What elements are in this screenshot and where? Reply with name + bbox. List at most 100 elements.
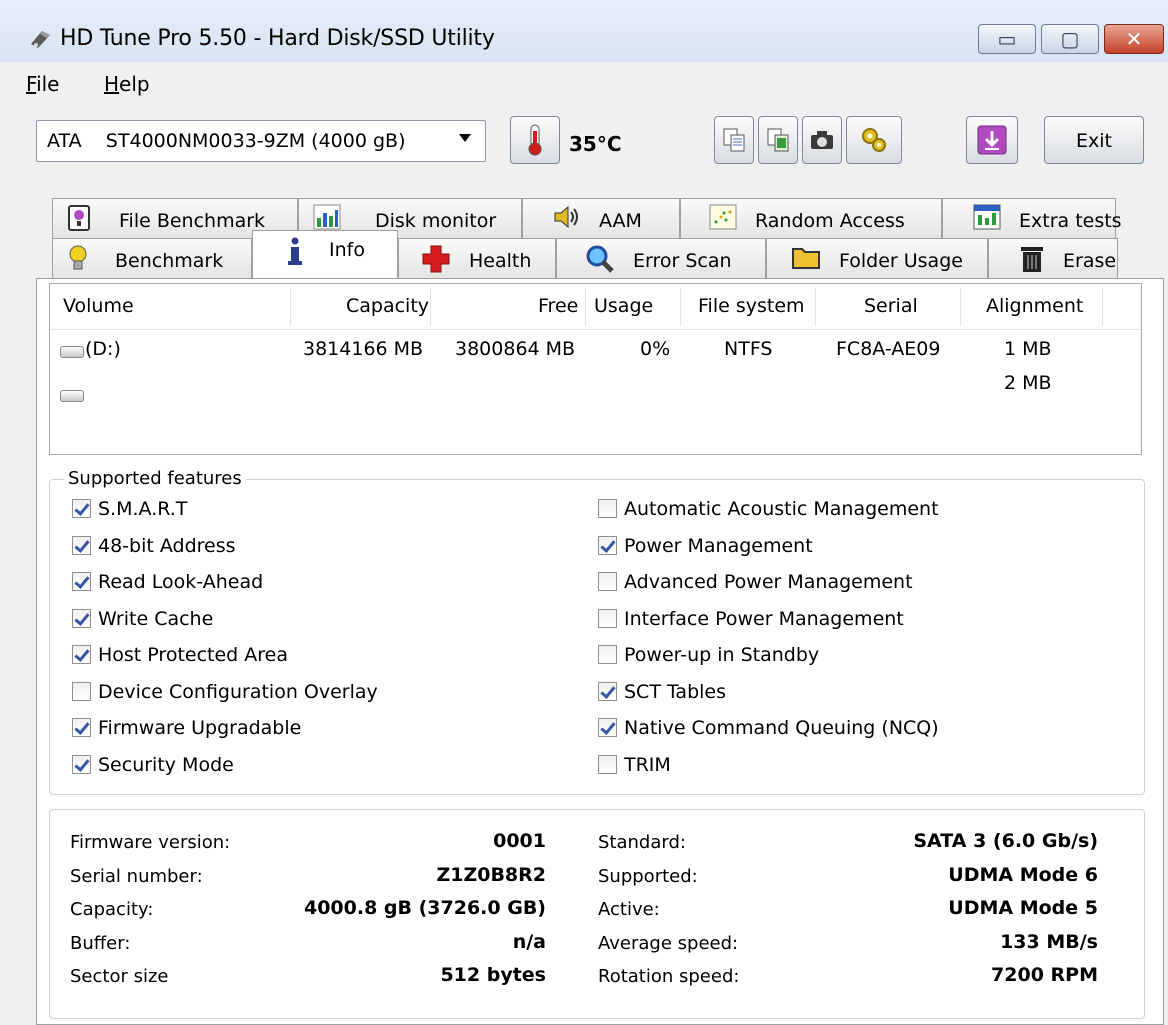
chevron-down-icon [459,134,471,142]
feature-read-look-ahead[interactable]: Read Look-Ahead [72,571,263,593]
feature-label: Firmware Upgradable [98,717,302,739]
copy-screenshot-button[interactable] [758,116,798,164]
camera-button[interactable] [802,116,842,164]
column-header-free[interactable]: Free [538,295,578,317]
column-header-usage[interactable]: Usage [594,295,653,317]
maximize-button[interactable]: ▢ [1041,24,1099,54]
tab-health[interactable]: Health [398,238,556,278]
copy-text-button[interactable] [714,116,754,164]
column-separator[interactable] [585,288,586,326]
file-benchmark-icon [68,205,90,231]
close-button[interactable]: ✕ [1104,24,1164,54]
feature-s-m-a-r-t[interactable]: S.M.A.R.T [72,498,187,520]
checkbox[interactable] [72,499,91,518]
column-separator[interactable] [680,288,681,326]
menu-help[interactable]: Help [104,72,150,96]
title-bar[interactable]: HD Tune Pro 5.50 - Hard Disk/SSD Utility… [0,0,1168,62]
folder-icon [792,248,820,269]
menu-help-label: elp [119,72,150,96]
speaker-icon [554,205,578,229]
detail-value-firmware-version: 0001 [493,830,546,852]
menu-file[interactable]: File [26,72,59,96]
column-separator[interactable] [1102,288,1103,326]
feature-write-cache[interactable]: Write Cache [72,608,213,630]
tab-erase[interactable]: Erase [988,238,1118,278]
column-separator[interactable] [815,288,816,326]
feature-device-configuration-overlay[interactable]: Device Configuration Overlay [72,681,378,703]
feature-power-up-in-standby[interactable]: Power-up in Standby [598,644,819,666]
tab-label: Health [469,250,532,272]
volume-list[interactable]: Volume Capacity Free Usage File system S… [49,283,1142,455]
tab-aam[interactable]: AAM [522,198,680,238]
checkbox[interactable] [598,535,617,555]
checkbox[interactable] [598,608,617,628]
feature-native-command-queuing-ncq[interactable]: Native Command Queuing (NCQ) [598,717,939,739]
column-header-serial[interactable]: Serial [864,295,918,317]
column-separator[interactable] [960,288,961,326]
feature-power-management[interactable]: Power Management [598,535,813,557]
column-header-capacity[interactable]: Capacity [346,295,429,317]
tab-random-access[interactable]: Random Access [680,198,942,238]
detail-value-standard: SATA 3 (6.0 Gb/s) [913,830,1098,852]
tab-error-scan[interactable]: Error Scan [556,238,766,278]
feature-interface-power-management[interactable]: Interface Power Management [598,608,904,630]
column-header-volume[interactable]: Volume [63,295,134,317]
disk-monitor-icon [313,204,341,230]
feature-advanced-power-management[interactable]: Advanced Power Management [598,571,913,593]
save-button[interactable] [966,116,1018,164]
feature-label: Interface Power Management [624,607,904,630]
checkbox[interactable] [598,718,617,737]
checkbox[interactable] [72,572,91,591]
minimize-button[interactable]: ▭ [978,24,1036,54]
checkbox[interactable] [598,754,617,774]
options-button[interactable] [846,116,902,164]
feature-firmware-upgradable[interactable]: Firmware Upgradable [72,717,301,739]
camera-icon [811,131,833,149]
menu-bar: File Help [0,62,1168,104]
feature-label: Native Command Queuing (NCQ) [624,717,939,739]
extra-tests-icon [973,204,1001,230]
checkbox[interactable] [72,681,91,701]
checkbox[interactable] [72,645,91,664]
column-header-file-system[interactable]: File system [698,295,805,317]
checkbox[interactable] [72,535,91,555]
feature-trim[interactable]: TRIM [598,754,671,776]
checkbox[interactable] [598,572,617,591]
detail-value-average-speed: 133 MB/s [1000,930,1098,953]
cell-alignment: 1 MB [1004,338,1052,360]
tab-benchmark[interactable]: Benchmark [52,238,252,278]
checkbox[interactable] [72,718,91,737]
temperature-button[interactable] [510,116,560,164]
tab-folder-usage[interactable]: Folder Usage [766,238,988,278]
checkbox[interactable] [72,608,91,628]
detail-value-supported: UDMA Mode 6 [948,863,1098,886]
feature-48-bit-address[interactable]: 48-bit Address [72,535,236,557]
feature-sct-tables[interactable]: SCT Tables [598,681,726,703]
checkbox[interactable] [598,645,617,664]
checkbox[interactable] [598,681,617,701]
drive-select[interactable]: ATA ST4000NM0033-9ZM (4000 gB) [36,120,486,162]
detail-value-rotation-speed: 7200 RPM [991,964,1098,986]
feature-label: Device Configuration Overlay [98,680,378,703]
drive-icon [60,390,84,402]
feature-label: SCT Tables [624,680,727,703]
checkbox[interactable] [598,499,617,518]
exit-button[interactable]: Exit [1044,116,1144,164]
feature-security-mode[interactable]: Security Mode [72,754,234,776]
menu-help-accel: H [104,72,120,96]
column-header-alignment[interactable]: Alignment [986,295,1083,317]
column-separator[interactable] [290,288,291,326]
feature-label: Read Look-Ahead [98,571,264,593]
feature-label: Host Protected Area [98,644,288,666]
tab-info[interactable]: Info [252,230,398,278]
feature-automatic-acoustic-management[interactable]: Automatic Acoustic Management [598,498,939,520]
tab-extra-tests[interactable]: Extra tests [942,198,1122,238]
checkbox[interactable] [72,754,91,774]
drive-icon [60,346,84,358]
detail-value-serial-number: Z1Z0B8R2 [436,863,546,886]
column-separator[interactable] [430,288,431,326]
cell-capacity: 3814166 MB [303,338,424,360]
feature-host-protected-area[interactable]: Host Protected Area [72,644,288,666]
exit-button-label: Exit [1076,130,1112,152]
feature-label: S.M.A.R.T [98,498,188,520]
